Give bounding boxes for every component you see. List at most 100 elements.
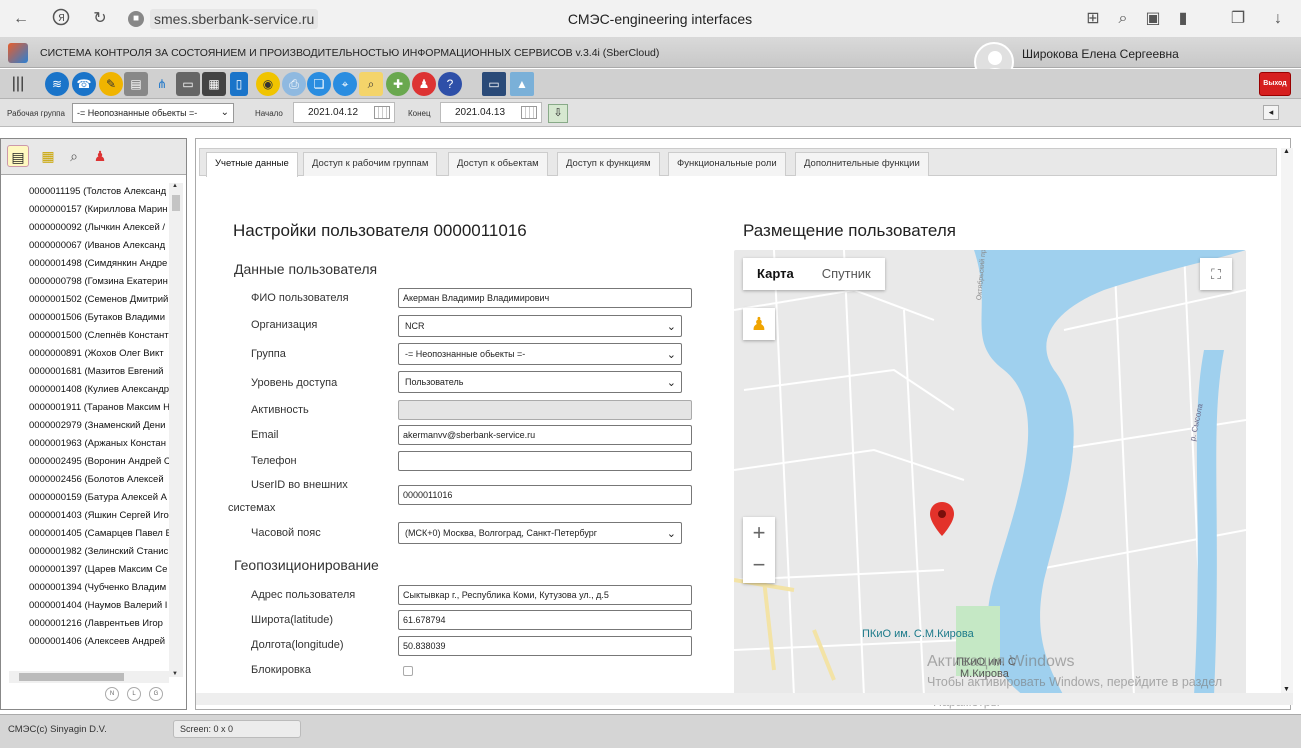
water-icon[interactable]: ≋: [45, 72, 69, 96]
scroll-thumb[interactable]: [172, 195, 180, 211]
longitude-field[interactable]: 50.838039: [398, 636, 692, 656]
zoom-out-button[interactable]: −: [743, 549, 775, 581]
list-item[interactable]: 0000001502 (Семенов Дмитрий: [1, 291, 169, 309]
search-page-icon[interactable]: ⌕: [1112, 8, 1134, 30]
map-type-map[interactable]: Карта: [743, 258, 808, 290]
pager-button[interactable]: L: [127, 687, 141, 701]
download-icon[interactable]: ↓: [1267, 8, 1289, 30]
document-icon[interactable]: ▦: [37, 145, 59, 167]
list-item[interactable]: 0000000157 (Кириллова Марин: [1, 201, 169, 219]
list-item[interactable]: 0000000067 (Иванов Александ: [1, 237, 169, 255]
scroll-up-icon[interactable]: ▲: [1283, 148, 1290, 155]
zoom-in-button[interactable]: +: [743, 517, 775, 549]
storage-icon[interactable]: ▭: [176, 72, 200, 96]
list-item[interactable]: 0000001408 (Кулиев Александр: [1, 381, 169, 399]
user-list-scrollbar[interactable]: ▲ ▼: [169, 183, 183, 677]
block-checkbox[interactable]: [403, 666, 413, 676]
apply-filter-icon[interactable]: ⇩: [548, 104, 568, 123]
calendar-icon[interactable]: [374, 106, 390, 119]
list-item[interactable]: 0000001963 (Аржаных Констан: [1, 435, 169, 453]
list-item[interactable]: 0000000159 (Батура Алексей А: [1, 489, 169, 507]
hscroll-thumb[interactable]: [19, 673, 124, 681]
list-item[interactable]: 0000001406 (Алексеев Андрей: [1, 633, 169, 651]
menu-icon[interactable]: |||: [6, 72, 30, 96]
pager-button[interactable]: G: [149, 687, 163, 701]
main-hscrollbar[interactable]: [196, 693, 1293, 705]
scanner-icon[interactable]: ▤: [124, 72, 148, 96]
start-date-input[interactable]: 2021.04.12: [293, 102, 395, 123]
scroll-up-icon[interactable]: ▲: [172, 183, 178, 189]
extensions-icon[interactable]: ▣: [1142, 8, 1164, 30]
latitude-field[interactable]: 61.678794: [398, 610, 692, 630]
main-scrollbar[interactable]: ▲ ▼: [1281, 148, 1293, 693]
list-item[interactable]: 0000001397 (Царев Максим Се: [1, 561, 169, 579]
user-location-map[interactable]: Карта Спутник ⛶ ♟ + − ПКиО им. С.М.Киров…: [734, 250, 1246, 696]
tab-credentials[interactable]: Учетные данные: [206, 152, 298, 177]
list-item[interactable]: 0000000092 (Лычкин Алексей /: [1, 219, 169, 237]
documents-icon[interactable]: ❏: [307, 72, 331, 96]
org-select[interactable]: NCR ⌄: [398, 315, 682, 337]
tab-object-access[interactable]: Доступ к обьектам: [448, 152, 548, 176]
search-icon[interactable]: ⌕: [63, 145, 85, 167]
tab-function-access[interactable]: Доступ к функциям: [557, 152, 660, 176]
list-item[interactable]: 0000002456 (Болотов Алексей: [1, 471, 169, 489]
mobile-icon[interactable]: ▯: [230, 72, 248, 96]
speaker-icon[interactable]: ◂: [1263, 105, 1279, 120]
list-item[interactable]: 0000000798 (Гомзина Екатерин: [1, 273, 169, 291]
list-item[interactable]: 0000001405 (Самарцев Павел Е: [1, 525, 169, 543]
end-date-input[interactable]: 2021.04.13: [440, 102, 542, 123]
taxi-icon[interactable]: ◉: [256, 72, 280, 96]
users-icon[interactable]: ♟: [412, 72, 436, 96]
list-item[interactable]: 0000001500 (Слепнёв Констант: [1, 327, 169, 345]
userid-field[interactable]: 0000011016: [398, 485, 692, 505]
printer-icon[interactable]: ⎙: [282, 72, 306, 96]
scroll-down-icon[interactable]: ▼: [1283, 686, 1290, 693]
map-icon[interactable]: ▲: [510, 72, 534, 96]
scroll-down-icon[interactable]: ▼: [172, 671, 178, 677]
list-item[interactable]: 0000001982 (Зелинский Станис: [1, 543, 169, 561]
dispatch-icon[interactable]: ☎: [72, 72, 96, 96]
list-item[interactable]: 0000002495 (Воронин Андрей С: [1, 453, 169, 471]
tools-icon[interactable]: ✎: [99, 72, 123, 96]
list-item[interactable]: 0000001498 (Симдянкин Андре: [1, 255, 169, 273]
address-field[interactable]: Сыктывкар г., Республика Коми, Кутузова …: [398, 585, 692, 605]
tab-workgroup-access[interactable]: Доступ к рабочим группам: [303, 152, 438, 176]
timezone-select[interactable]: (МСК+0) Москва, Волгоград, Санкт-Петербу…: [398, 522, 682, 544]
tab-additional-functions[interactable]: Дополнительные функции: [795, 152, 929, 176]
list-item[interactable]: 0000001911 (Таранов Максим Н: [1, 399, 169, 417]
calendar-icon[interactable]: [521, 106, 537, 119]
users-icon[interactable]: ♟: [89, 145, 111, 167]
layout-icon[interactable]: ▤: [7, 145, 29, 167]
list-item[interactable]: 0000001681 (Мазитов Евгений: [1, 363, 169, 381]
email-field[interactable]: akermanvv@sberbank-service.ru: [398, 425, 692, 445]
search-icon[interactable]: ⌕: [359, 72, 383, 96]
list-item[interactable]: 0000001506 (Бутаков Владими: [1, 309, 169, 327]
list-item[interactable]: 0000011195 (Толстов Александ: [1, 183, 169, 201]
location-icon[interactable]: ⌖: [333, 72, 357, 96]
fullscreen-icon[interactable]: ⛶: [1200, 258, 1232, 290]
map-type-satellite[interactable]: Спутник: [808, 258, 885, 290]
tab-functional-roles[interactable]: Функциональные роли: [668, 152, 786, 176]
user-list-hscrollbar[interactable]: [9, 671, 169, 683]
collections-icon[interactable]: ❐: [1227, 8, 1249, 30]
group-select[interactable]: -= Неопознанные обьекты =- ⌄: [398, 343, 682, 365]
help-icon[interactable]: ?: [438, 72, 462, 96]
list-item[interactable]: 0000001403 (Яшкин Сергей Иго: [1, 507, 169, 525]
monitor-icon[interactable]: ▭: [482, 72, 506, 96]
phone-field[interactable]: [398, 451, 692, 471]
list-item[interactable]: 0000000891 (Жохов Олег Викт: [1, 345, 169, 363]
pager-button[interactable]: N: [105, 687, 119, 701]
list-item[interactable]: 0000001216 (Лаврентьев Игор: [1, 615, 169, 633]
bookmark-icon[interactable]: ▮: [1172, 8, 1194, 30]
network-icon[interactable]: ⋔: [150, 72, 174, 96]
list-item[interactable]: 0000001394 (Чубченко Владим: [1, 579, 169, 597]
map-pin-icon[interactable]: [930, 502, 954, 536]
access-select[interactable]: Пользователь ⌄: [398, 371, 682, 393]
server-rack-icon[interactable]: ▦: [202, 72, 226, 96]
exit-button[interactable]: Выход: [1259, 72, 1291, 96]
list-item[interactable]: 0000002979 (Знаменский Дени: [1, 417, 169, 435]
fio-field[interactable]: Акерман Владимир Владимирович: [398, 288, 692, 308]
report-icon[interactable]: ✚: [386, 72, 410, 96]
street-view-icon[interactable]: ♟: [743, 308, 775, 340]
work-group-select[interactable]: -= Неопознанные обьекты =- ⌄: [72, 103, 234, 123]
